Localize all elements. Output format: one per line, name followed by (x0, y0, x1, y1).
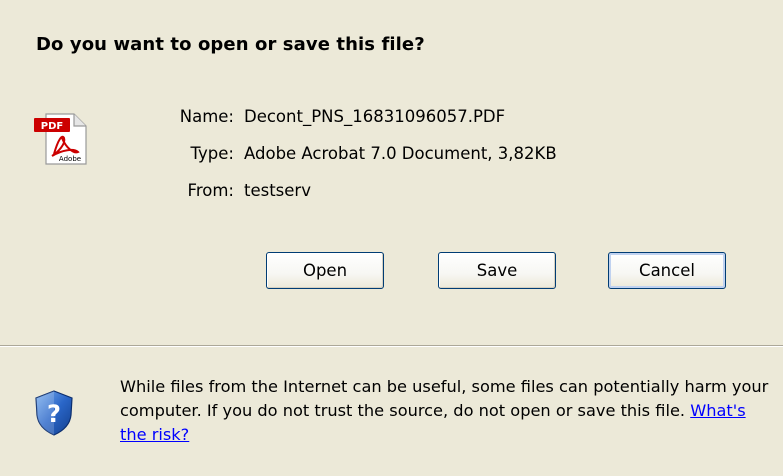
save-button[interactable]: Save (438, 252, 556, 289)
from-label: From: (187, 181, 234, 200)
pdf-file-icon: PDF Adobe (32, 108, 102, 168)
type-label: Type: (190, 144, 234, 163)
file-download-dialog: Do you want to open or save this file? P… (0, 0, 783, 476)
security-warning: While files from the Internet can be use… (120, 375, 770, 447)
open-button[interactable]: Open (266, 252, 384, 289)
type-value: Adobe Acrobat 7.0 Document, 3,82KB (244, 144, 557, 163)
security-shield-icon: ? (33, 389, 75, 437)
svg-text:Adobe: Adobe (59, 155, 81, 163)
from-value: testserv (244, 181, 311, 200)
svg-text:?: ? (47, 400, 61, 428)
dialog-title: Do you want to open or save this file? (36, 34, 425, 55)
name-label: Name: (179, 107, 234, 126)
svg-text:PDF: PDF (41, 121, 63, 132)
separator (0, 345, 783, 347)
cancel-button[interactable]: Cancel (608, 252, 726, 289)
name-value: Decont_PNS_16831096057.PDF (244, 107, 506, 126)
warning-text: While files from the Internet can be use… (120, 377, 769, 420)
